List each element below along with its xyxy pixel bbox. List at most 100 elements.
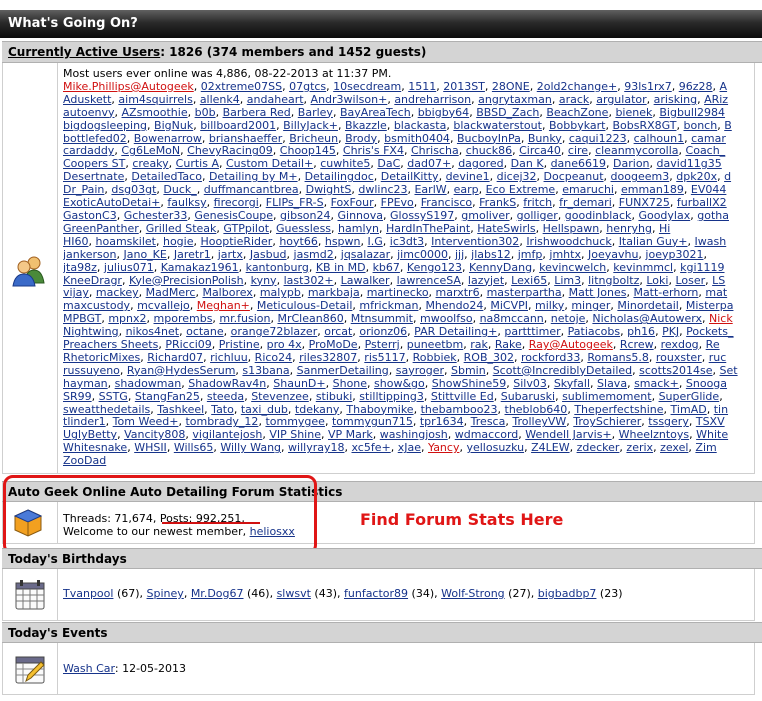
- user-link[interactable]: Irishwoodchuck: [526, 236, 611, 248]
- user-link[interactable]: UglyBetty: [63, 429, 117, 441]
- user-link[interactable]: washingjosh: [380, 429, 448, 441]
- user-link[interactable]: fr_demari: [559, 197, 612, 209]
- user-link[interactable]: jmhtx: [549, 249, 581, 261]
- user-link[interactable]: gmoliver: [461, 210, 509, 222]
- user-link[interactable]: cleanmycorolla: [595, 145, 678, 157]
- user-link[interactable]: GenesisCoupe: [194, 210, 273, 222]
- user-link[interactable]: VIP Shine: [269, 429, 321, 441]
- user-link[interactable]: cardaddy: [63, 145, 114, 157]
- user-link[interactable]: bigdogsleeping: [63, 120, 147, 132]
- user-link[interactable]: maxcustody: [63, 300, 130, 312]
- user-link[interactable]: billboard2001: [200, 120, 276, 132]
- user-link[interactable]: HateSwirls: [477, 223, 535, 235]
- user-link[interactable]: Cg6LeMoN: [121, 145, 180, 157]
- user-link[interactable]: bbigby64: [418, 107, 470, 119]
- user-link[interactable]: 07gtcs: [289, 81, 326, 93]
- user-link[interactable]: Tresca: [471, 416, 506, 428]
- user-link[interactable]: marxtr6: [436, 287, 480, 299]
- birthday-user-link[interactable]: slwsvt: [277, 588, 311, 600]
- user-link[interactable]: Darion: [613, 158, 650, 170]
- user-link[interactable]: SSTG: [99, 391, 128, 403]
- user-link[interactable]: julius071: [104, 262, 154, 274]
- user-link[interactable]: Ryan@HydesSerum: [127, 365, 236, 377]
- user-link[interactable]: Scott@IncrediblyDetailed: [493, 365, 632, 377]
- user-link[interactable]: doogeem3: [611, 171, 670, 183]
- user-link[interactable]: mcvallejo: [137, 300, 190, 312]
- user-link[interactable]: Mtnsummit: [351, 313, 413, 325]
- user-link[interactable]: EV044: [691, 184, 726, 196]
- user-link[interactable]: Jano_KE: [123, 249, 166, 261]
- user-link[interactable]: jqsalazar: [341, 249, 390, 261]
- user-link[interactable]: emman189: [621, 184, 684, 196]
- user-link[interactable]: ShowShine59: [432, 378, 506, 390]
- user-link[interactable]: Skyfall: [554, 378, 590, 390]
- birthday-user-link[interactable]: Wolf-Strong: [441, 588, 505, 600]
- user-link[interactable]: DaC: [377, 158, 400, 170]
- user-link[interactable]: Bobbykart: [549, 120, 606, 132]
- user-link[interactable]: Bowenarrow: [134, 133, 202, 145]
- user-link[interactable]: fritch: [523, 197, 552, 209]
- user-link[interactable]: brianshaeffer: [209, 133, 282, 145]
- user-link[interactable]: Detailingdoc: [305, 171, 374, 183]
- user-link[interactable]: zexel: [660, 442, 688, 454]
- user-link[interactable]: ic3dt3: [390, 236, 424, 248]
- user-link[interactable]: PKJ: [662, 326, 679, 338]
- user-link[interactable]: calhoun1: [634, 133, 685, 145]
- user-link[interactable]: taxi_dub: [241, 404, 288, 416]
- user-link[interactable]: Lawalker: [341, 275, 390, 287]
- user-link[interactable]: scotts2014se: [639, 365, 712, 377]
- user-link[interactable]: last302+: [284, 275, 334, 287]
- user-link[interactable]: jartx: [218, 249, 243, 261]
- user-link[interactable]: 02xtreme07SS: [201, 81, 282, 93]
- user-link[interactable]: DwightS: [306, 184, 352, 196]
- user-link[interactable]: joeyp3021: [645, 249, 703, 261]
- user-link[interactable]: partttimer: [504, 326, 560, 338]
- user-link[interactable]: milky: [535, 300, 564, 312]
- user-link[interactable]: xJae: [398, 442, 421, 454]
- user-link[interactable]: Nick: [709, 313, 733, 325]
- user-link[interactable]: Psterrj: [365, 339, 400, 351]
- user-link[interactable]: Loser: [675, 275, 705, 287]
- user-link[interactable]: Bigbull2984: [659, 107, 725, 119]
- user-link[interactable]: henryhg: [606, 223, 652, 235]
- user-link[interactable]: Slava: [597, 378, 627, 390]
- user-link[interactable]: LS: [712, 275, 725, 287]
- user-link[interactable]: tssgery: [648, 416, 689, 428]
- user-link[interactable]: jankerson: [63, 249, 116, 261]
- user-link[interactable]: MadMerc: [146, 287, 196, 299]
- user-link[interactable]: kgi1119: [680, 262, 724, 274]
- user-link[interactable]: dpk20x: [676, 171, 717, 183]
- user-link[interactable]: devine1: [446, 171, 490, 183]
- user-link[interactable]: rouxster: [656, 352, 702, 364]
- user-link[interactable]: Gchester33: [124, 210, 188, 222]
- user-link[interactable]: bonch: [684, 120, 718, 132]
- user-link[interactable]: dane6619: [551, 158, 606, 170]
- user-link[interactable]: allenk4: [200, 94, 240, 106]
- user-link[interactable]: Tom Weed+: [113, 416, 179, 428]
- user-link[interactable]: Zim: [695, 442, 716, 454]
- user-link[interactable]: mpnx2: [108, 313, 146, 325]
- user-link[interactable]: lazyjet: [468, 275, 504, 287]
- user-link[interactable]: hamlyn: [338, 223, 379, 235]
- user-link[interactable]: Minordetail: [617, 300, 679, 312]
- user-link[interactable]: thebamboo23: [421, 404, 498, 416]
- user-link[interactable]: Sbmin: [451, 365, 486, 377]
- user-link[interactable]: Theperfectshine: [574, 404, 663, 416]
- user-link[interactable]: Dan K: [511, 158, 544, 170]
- user-link[interactable]: cuwhite5: [320, 158, 370, 170]
- user-link[interactable]: dwlinc23: [358, 184, 407, 196]
- user-link[interactable]: Hellspawn: [543, 223, 600, 235]
- user-link[interactable]: bottlefed02: [63, 133, 127, 145]
- user-link[interactable]: GTPpilot: [223, 223, 269, 235]
- user-link[interactable]: s13bana: [242, 365, 289, 377]
- user-link[interactable]: ChevyRacing09: [187, 145, 273, 157]
- user-link[interactable]: Misterpa: [686, 300, 734, 312]
- user-link[interactable]: I.G: [368, 236, 383, 248]
- user-link[interactable]: creaky: [132, 158, 168, 170]
- user-link[interactable]: SuperGlide: [659, 391, 720, 403]
- user-link[interactable]: orionz06: [359, 326, 407, 338]
- user-link[interactable]: xc5fe+: [351, 442, 390, 454]
- user-link[interactable]: BBSD_Zach: [476, 107, 539, 119]
- user-link[interactable]: Wills65: [174, 442, 214, 454]
- user-link[interactable]: mwoolfso: [420, 313, 473, 325]
